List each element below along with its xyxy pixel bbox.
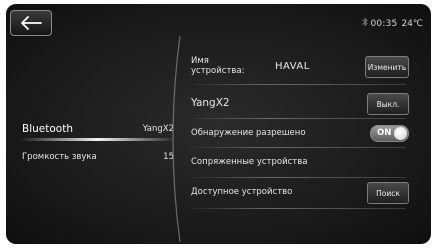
paired-devices-label: Сопряженные устройства	[191, 157, 308, 167]
discoverable-row: Обнаружение разрешено ON	[191, 118, 409, 148]
toggle-state-label: ON	[377, 128, 392, 138]
rename-button[interactable]: Изменить	[365, 56, 409, 78]
disconnect-button[interactable]: Выкл.	[367, 93, 409, 115]
discoverable-label: Обнаружение разрешено	[191, 128, 306, 138]
clock: 00:35	[370, 18, 398, 29]
device-name-row: Имя устройства: HAVAL Изменить	[191, 51, 409, 81]
discoverable-toggle[interactable]: ON	[370, 125, 409, 142]
search-button[interactable]: Поиск	[367, 182, 409, 204]
panel-divider	[172, 35, 181, 243]
paired-devices-row[interactable]: Сопряженные устройства	[191, 147, 409, 177]
connected-phone-name: YangX2	[191, 97, 230, 109]
arrow-left-icon	[21, 16, 42, 30]
connected-phone-row: YangX2 Выкл.	[191, 88, 409, 118]
menu-item-bluetooth[interactable]: Bluetooth YangX2	[22, 123, 174, 135]
back-button[interactable]	[10, 10, 52, 36]
menu-item-volume[interactable]: Громкость звука 15	[22, 152, 174, 162]
available-device-row: Доступное устройство Поиск	[191, 177, 409, 207]
menu-item-label: Bluetooth	[22, 123, 73, 135]
temperature: 24℃	[401, 18, 423, 29]
left-menu: Bluetooth YangX2 Громкость звука 15	[6, 38, 181, 244]
available-device-label: Доступное устройство	[191, 187, 293, 197]
selection-indicator	[20, 138, 176, 141]
bluetooth-icon	[361, 17, 368, 30]
head-unit-screen: 00:35 24℃ Bluetooth YangX2 Громкость зву…	[6, 4, 431, 244]
row-separator	[191, 208, 406, 209]
row-separator	[191, 84, 406, 85]
bluetooth-settings: Имя устройства: HAVAL Изменить YangX2 Вы…	[191, 38, 431, 244]
status-area: 00:35 24℃	[361, 17, 423, 30]
menu-item-label: Громкость звука	[22, 152, 97, 162]
top-bar: 00:35 24℃	[6, 4, 431, 38]
device-name-value: HAVAL	[275, 60, 310, 72]
toggle-knob	[394, 127, 407, 140]
device-name-label: Имя устройства:	[191, 56, 245, 76]
